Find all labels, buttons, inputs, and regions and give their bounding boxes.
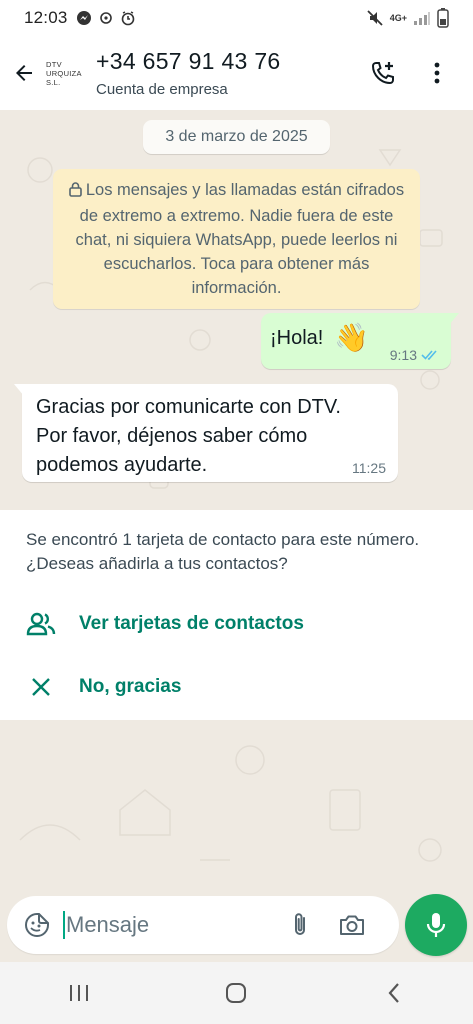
microphone-icon [426,913,446,937]
encryption-notice[interactable]: Los mensajes y las llamadas están cifrad… [53,169,420,309]
text-caret [63,911,65,939]
mute-icon [367,10,383,26]
voice-message-button[interactable] [405,894,467,956]
status-notification-icons [76,10,136,26]
chat-header: DTV URQUIZA S.L. +34 657 91 43 76 Cuenta… [0,36,473,110]
camera-icon [340,915,364,935]
message-text: ¡Hola! [270,327,324,349]
logo-line-3: S.L. [46,77,61,87]
phone-add-icon [371,62,394,85]
clock-alert-icon [121,11,134,26]
chevron-left-icon [388,983,399,1003]
status-time: 12:03 [24,8,68,27]
more-options-button[interactable] [419,55,455,91]
close-icon [26,672,56,702]
status-system-icons: 4G+ [366,8,449,28]
lock-icon [69,180,82,204]
logo-line-1: DTV [46,59,62,69]
message-meta: 9:13 [390,347,441,363]
double-check-read-icon [421,350,437,360]
arrow-left-icon [16,65,32,81]
camera-button[interactable] [334,907,370,943]
battery-icon [437,8,449,28]
incoming-message[interactable]: Gracias por comunicarte con DTV. Por fav… [14,384,398,482]
header-actions [365,55,473,91]
date-separator: 3 de marzo de 2025 [143,120,330,154]
contact-card-prompt: Se encontró 1 tarjeta de contacto para e… [0,510,473,720]
encryption-notice-text: Los mensajes y las llamadas están cifrad… [75,181,405,297]
attach-button[interactable] [282,907,318,943]
contact-info[interactable]: +34 657 91 43 76 Cuenta de empresa [96,48,281,98]
system-back-button[interactable] [364,971,424,1015]
contact-phone-title: +34 657 91 43 76 [96,48,281,74]
sync-icon [99,12,112,24]
bubble-tail [449,313,459,325]
outgoing-message[interactable]: ¡Hola! 👋 9:13 [261,313,459,369]
chat-doodle-wallpaper [19,745,442,862]
no-thanks-button[interactable]: No, gracias [0,662,473,712]
sticker-button[interactable] [17,905,57,945]
signal-icon [414,12,430,25]
contact-subtitle: Cuenta de empresa [96,81,228,98]
view-contact-cards-button[interactable]: Ver tarjetas de contactos [0,599,473,649]
logo-line-2: URQUIZA [46,68,82,78]
message-composer [7,896,399,954]
home-button[interactable] [206,971,266,1015]
message-time: 9:13 [389,347,417,363]
status-bar: 12:03 4G+ [0,0,473,36]
recent-apps-icon [69,985,88,1001]
people-icon [26,609,56,639]
back-button[interactable] [2,51,46,95]
add-call-button[interactable] [365,55,401,91]
paperclip-icon [295,913,305,935]
sticker-icon [25,913,49,937]
view-contact-cards-label: Ver tarjetas de contactos [79,613,304,634]
home-icon [226,983,247,1003]
system-navigation-bar [0,962,473,1024]
messenger-icon [76,11,91,25]
recent-apps-button[interactable] [49,971,109,1015]
message-time: 11:25 [352,460,386,476]
chat-messages-area[interactable]: 3 de marzo de 2025 Los mensajes y las ll… [0,110,473,510]
no-thanks-label: No, gracias [79,676,182,697]
contact-avatar-logo[interactable]: DTV URQUIZA S.L. [46,50,92,96]
contact-card-prompt-text: Se encontró 1 tarjeta de contacto para e… [26,530,420,573]
message-text: Gracias por comunicarte con DTV. Por fav… [36,396,341,476]
kebab-menu-icon [434,62,440,84]
bubble-tail [14,384,24,396]
message-input[interactable] [66,912,276,938]
network-type-label: 4G+ [389,12,407,23]
chat-wallpaper-lower [0,720,473,890]
waving-hand-emoji: 👋 [334,322,369,353]
